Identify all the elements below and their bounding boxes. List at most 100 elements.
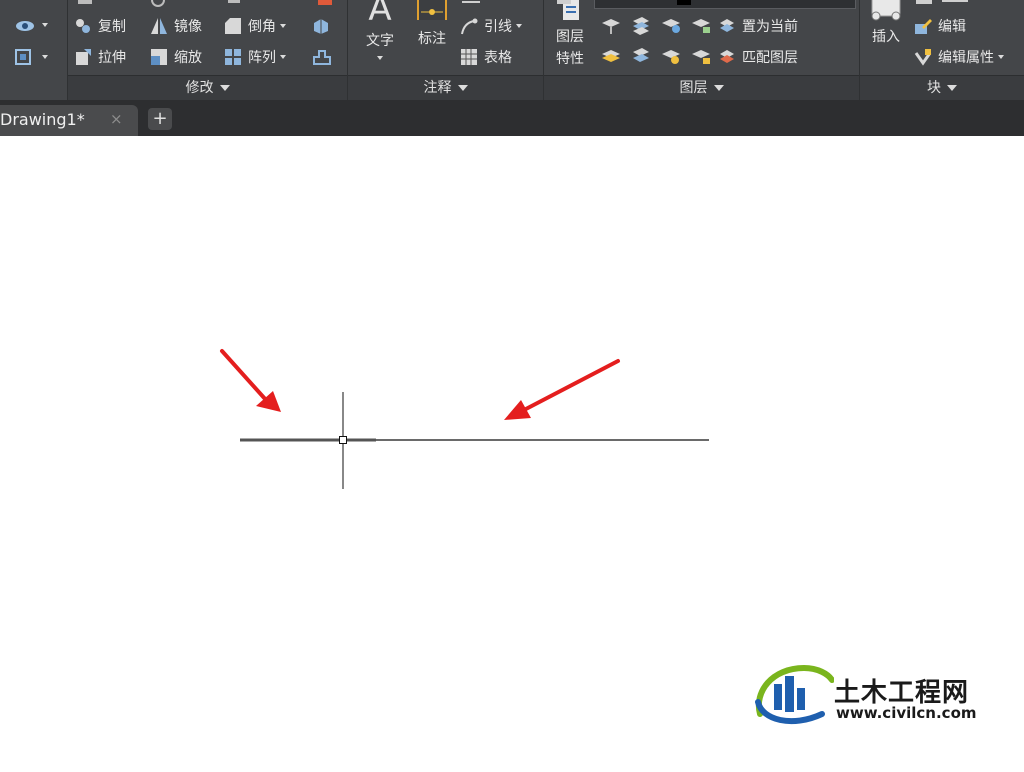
annotation-panel-title-label: 注释: [423, 80, 452, 96]
layer-tools-row1: [600, 15, 712, 35]
block-edit-label: 编辑: [938, 19, 966, 35]
chevron-down-icon: [947, 85, 957, 91]
select-tool[interactable]: [14, 46, 48, 68]
edit-attributes-label: 编辑属性: [938, 50, 994, 66]
crosshair-pickbox: [339, 436, 347, 444]
stretch-tool[interactable]: 拉伸: [74, 46, 126, 68]
copy-icon: [74, 17, 92, 35]
edit-attributes-icon: [914, 48, 932, 66]
array-tool[interactable]: 阵列: [224, 46, 286, 68]
leader-tool[interactable]: 引线: [460, 15, 522, 37]
building-logo-icon: [755, 664, 834, 725]
view-tool[interactable]: [14, 14, 48, 36]
text-tool[interactable]: A 文字: [360, 0, 400, 66]
layer-tools-row2: [600, 46, 712, 66]
match-layer-label: 匹配图层: [742, 50, 798, 66]
modify-panel-title-label: 修改: [185, 80, 214, 96]
stretch-label: 拉伸: [98, 50, 126, 66]
clipped-create-tool: [916, 0, 968, 4]
match-layer-icon: [718, 48, 736, 66]
insert-block-icon: [864, 0, 908, 22]
chevron-down-icon[interactable]: [42, 55, 48, 59]
ribbon: 复制 镜像 倒角 拉伸 缩放 阵列 修改 A 文字 标注 引线 表格 注释 图层…: [0, 0, 1024, 100]
chevron-down-icon[interactable]: [377, 56, 383, 60]
set-current-tool[interactable]: 置为当前: [718, 15, 798, 37]
explode-icon: [312, 17, 330, 35]
edit-attributes-tool[interactable]: 编辑属性: [914, 46, 1004, 68]
dimension-icon: [412, 0, 452, 22]
chamfer-icon: [224, 17, 242, 35]
new-tab-button[interactable]: +: [148, 108, 172, 130]
dimension-label: 标注: [418, 31, 446, 47]
leader-label: 引线: [484, 19, 512, 35]
layer-color-swatch: [677, 0, 691, 5]
scale-tool[interactable]: 缩放: [150, 46, 202, 68]
offset-tool[interactable]: [312, 46, 336, 68]
scale-label: 缩放: [174, 50, 202, 66]
scale-icon: [150, 48, 168, 66]
chevron-down-icon[interactable]: [280, 24, 286, 28]
chevron-down-icon[interactable]: [280, 55, 286, 59]
modify-panel-title[interactable]: 修改: [68, 75, 347, 100]
table-tool[interactable]: 表格: [460, 46, 512, 68]
block-panel: 插入 编辑 编辑属性 块: [860, 0, 1024, 100]
layer-isolate-icon[interactable]: [630, 15, 652, 35]
array-icon: [224, 48, 242, 66]
layer-properties-label-2: 特性: [556, 51, 584, 67]
watermark-url: www.civilcn.com: [836, 704, 977, 722]
set-current-label: 置为当前: [742, 19, 798, 35]
block-panel-title[interactable]: 块: [860, 75, 1024, 100]
insert-label: 插入: [872, 29, 900, 45]
mirror-tool[interactable]: 镜像: [150, 15, 202, 37]
layers-panel-title-label: 图层: [679, 80, 708, 96]
layer-unisolate-icon[interactable]: [630, 46, 652, 66]
offset-icon: [312, 48, 331, 66]
chevron-down-icon: [457, 85, 468, 91]
tab-drawing1[interactable]: Drawing1* ×: [0, 105, 138, 136]
layer-thaw-icon[interactable]: [660, 46, 682, 66]
chevron-down-icon[interactable]: [998, 55, 1004, 59]
table-label: 表格: [484, 50, 512, 66]
file-tab-bar: Drawing1* × +: [0, 100, 1024, 136]
layer-properties-icon: [550, 0, 590, 22]
frame-select-icon: [14, 48, 32, 66]
layer-off-icon[interactable]: [600, 15, 622, 35]
red-arrow-left: [220, 349, 281, 412]
table-icon: [460, 48, 478, 66]
watermark-logo: 土木工程网 www.civilcn.com: [752, 662, 1002, 732]
stretch-icon: [74, 48, 92, 66]
leader-icon: [460, 17, 478, 35]
layer-properties-label-1: 图层: [556, 29, 584, 45]
chamfer-tool[interactable]: 倒角: [224, 15, 286, 37]
set-current-icon: [718, 17, 736, 35]
close-icon[interactable]: ×: [110, 105, 123, 134]
layer-freeze-icon[interactable]: [660, 15, 682, 35]
copy-label: 复制: [98, 19, 126, 35]
block-edit-tool[interactable]: 编辑: [914, 15, 966, 37]
annotation-panel-title[interactable]: 注释: [348, 75, 543, 100]
dimension-tool[interactable]: 标注: [412, 0, 452, 48]
chevron-down-icon[interactable]: [42, 23, 48, 27]
chevron-down-icon[interactable]: [516, 24, 522, 28]
eye-icon: [14, 16, 34, 34]
block-edit-icon: [914, 17, 932, 35]
modify-panel: 复制 镜像 倒角 拉伸 缩放 阵列 修改: [68, 0, 348, 100]
layer-on-icon[interactable]: [600, 46, 622, 66]
layer-dropdown[interactable]: [594, 0, 856, 9]
layer-unlock-icon[interactable]: [690, 46, 712, 66]
text-icon: A: [368, 0, 392, 29]
text-label: 文字: [366, 33, 394, 49]
mirror-icon: [150, 17, 168, 35]
clipped-linear-dim: [462, 1, 480, 3]
insert-tool[interactable]: 插入: [864, 0, 908, 46]
layer-properties-tool[interactable]: 图层 特性: [550, 0, 590, 68]
copy-tool[interactable]: 复制: [74, 15, 126, 37]
tab-drawing1-label: Drawing1*: [0, 110, 85, 129]
match-layer-tool[interactable]: 匹配图层: [718, 46, 798, 68]
mirror-label: 镜像: [174, 19, 202, 35]
red-arrow-right: [504, 359, 620, 420]
chevron-down-icon: [219, 85, 230, 91]
explode-tool[interactable]: [312, 15, 336, 37]
layer-lock-icon[interactable]: [690, 15, 712, 35]
layers-panel-title[interactable]: 图层: [544, 75, 859, 100]
